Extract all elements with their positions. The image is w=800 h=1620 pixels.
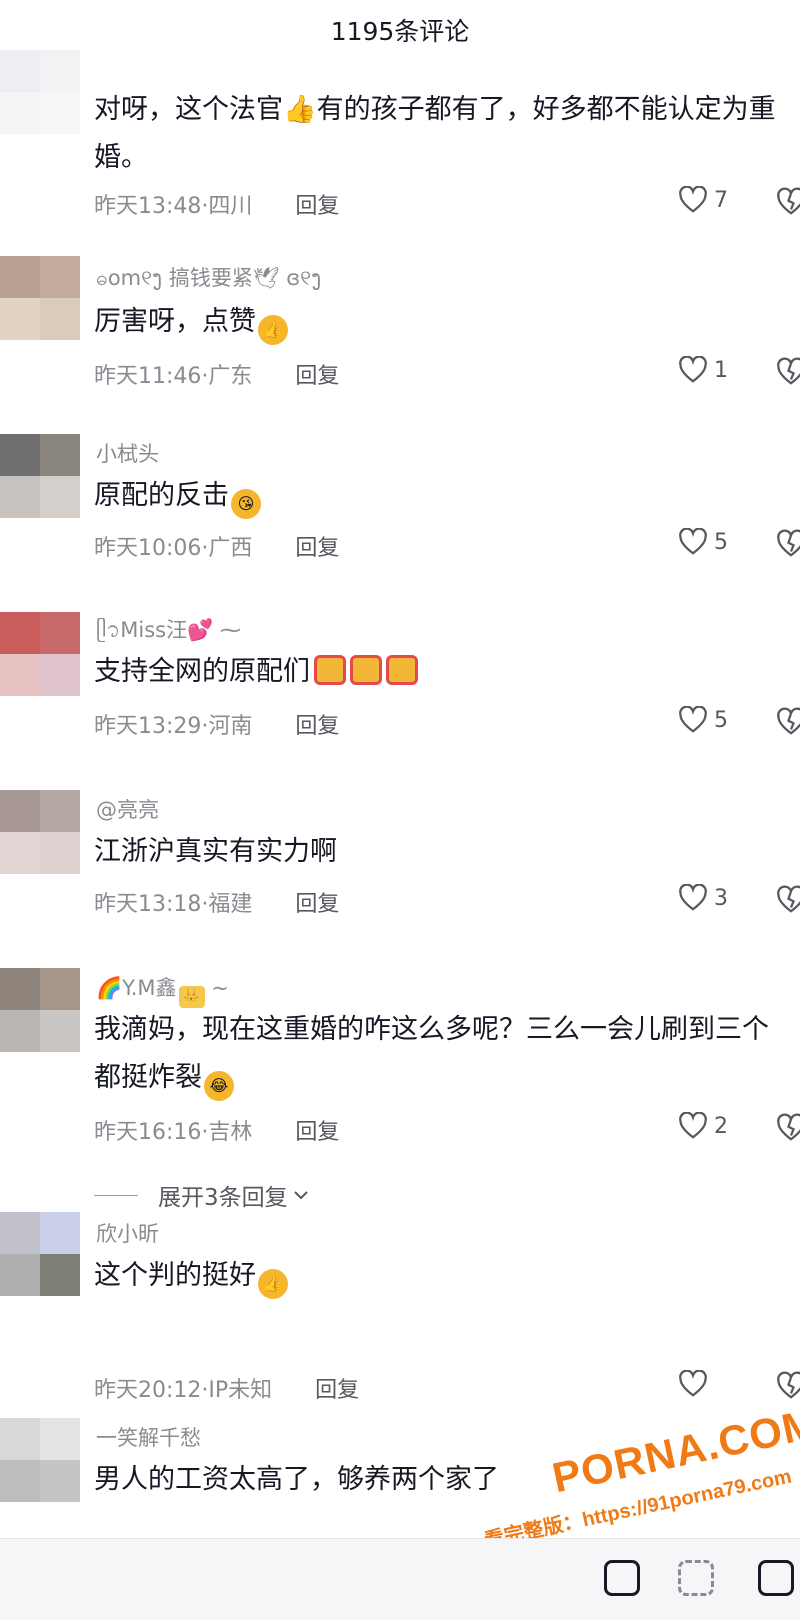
comment-meta: 昨天13:29·河南 回复	[94, 708, 339, 740]
dislike-icon[interactable]	[776, 187, 800, 216]
dislike-icon[interactable]	[776, 707, 800, 736]
like-button[interactable]: 1	[678, 356, 728, 384]
comment-meta: 昨天13:18·福建 回复	[94, 886, 339, 918]
dislike-icon[interactable]	[776, 357, 800, 386]
comment-text: 支持全网的原配们	[94, 648, 794, 696]
like-button[interactable]: 3	[678, 884, 728, 912]
comment-text: 这个判的挺好 👍	[94, 1252, 794, 1300]
dislike-icon[interactable]	[776, 529, 800, 558]
avatar[interactable]	[0, 50, 80, 134]
comment-time-location: 昨天13:29·河南	[94, 714, 253, 739]
like-button[interactable]: 2	[678, 1112, 728, 1140]
dislike-icon[interactable]	[776, 1113, 800, 1142]
comment-time-location: 昨天13:48·四川	[94, 194, 253, 219]
comment-text: 对呀，这个法官👍有的孩子都有了，好多都不能认定为重婚。	[94, 94, 776, 173]
like-count: 7	[714, 187, 728, 213]
expand-replies-label: 展开3条回复	[158, 1185, 288, 1211]
like-count: 3	[714, 885, 728, 911]
comment-text: 江浙沪真实有实力啊	[94, 836, 337, 867]
comment-meta: 昨天11:46·广东 回复	[94, 358, 339, 390]
like-count: 5	[714, 529, 728, 555]
comments-header: 1195条评论	[0, 0, 800, 60]
comment-meta: 昨天16:16·吉林 回复	[94, 1114, 339, 1146]
reply-button[interactable]: 回复	[295, 886, 339, 918]
dislike-icon[interactable]	[776, 1371, 800, 1400]
comment-text-content: 原配的反击	[94, 480, 229, 511]
comment-meta: 昨天13:48·四川 回复	[94, 188, 339, 220]
comment-text: 原配的反击 😘	[94, 472, 794, 520]
heart-icon	[679, 884, 707, 911]
comment-text-content: 我滴妈，现在这重婚的咋这么多呢？三么一会儿刷到三个都挺炸裂	[94, 1014, 769, 1093]
comment-time-location: 昨天13:18·福建	[94, 892, 253, 917]
gift-sticker-icon	[386, 655, 418, 685]
avatar[interactable]	[0, 1418, 80, 1502]
comment-username[interactable]: 小栻头	[96, 438, 159, 468]
comment-username[interactable]: 一笑解千愁	[96, 1422, 201, 1452]
gift-sticker-icon	[350, 655, 382, 685]
like-button[interactable]: 7	[678, 186, 728, 214]
comment-time-location: 昨天10:06·广西	[94, 536, 253, 561]
comment-username[interactable]: @亮亮	[96, 794, 159, 824]
reply-button[interactable]: 回复	[295, 530, 339, 562]
like-button[interactable]: 5	[678, 528, 728, 556]
comment-text: 我滴妈，现在这重婚的咋这么多呢？三么一会儿刷到三个都挺炸裂 😂	[94, 1006, 794, 1102]
comment-username-text: 🌈Y.M鑫	[96, 976, 177, 1000]
like-button[interactable]	[678, 1370, 714, 1398]
like-button[interactable]: 5	[678, 706, 728, 734]
heart-icon	[679, 1370, 707, 1397]
avatar[interactable]	[0, 434, 80, 518]
heart-icon	[679, 356, 707, 383]
heart-icon	[679, 706, 707, 733]
wink-face-icon: 😘	[231, 489, 261, 519]
comment-username[interactable]: ဓom୧ງ 搞钱要紧🕊 ɞ୧ງ	[96, 262, 321, 296]
like-count: 1	[714, 357, 728, 383]
avatar[interactable]	[0, 790, 80, 874]
comment-text-content: 厉害呀，点赞	[94, 306, 256, 337]
heart-icon	[679, 528, 707, 555]
comment-username[interactable]: 欣小昕	[96, 1218, 159, 1248]
comment-time-location: 昨天20:12·IP未知	[94, 1378, 273, 1403]
gift-sticker-icon	[314, 655, 346, 685]
comment-username[interactable]: 🌈Y.M鑫 👑 ~	[96, 972, 229, 1008]
reply-button[interactable]: 回复	[295, 708, 339, 740]
comment-text: 厉害呀，点赞 👍	[94, 298, 794, 346]
avatar[interactable]	[0, 612, 80, 696]
comment-time-location: 昨天16:16·吉林	[94, 1120, 253, 1145]
avatar[interactable]	[0, 1212, 80, 1296]
comment-text-content: 支持全网的原配们	[94, 656, 310, 687]
laughing-face-icon: 😂	[204, 1071, 234, 1101]
heart-icon	[679, 1112, 707, 1139]
like-count: 5	[714, 707, 728, 733]
at-mention-icon[interactable]	[604, 1560, 640, 1596]
divider	[94, 1194, 138, 1196]
chevron-down-icon	[293, 1191, 308, 1200]
dislike-icon[interactable]	[776, 885, 800, 914]
heart-icon	[679, 186, 707, 213]
emoji-icon[interactable]	[678, 1560, 714, 1596]
like-count: 2	[714, 1113, 728, 1139]
expand-replies-button[interactable]: 展开3条回复	[94, 1178, 310, 1212]
reply-button[interactable]: 回复	[295, 358, 339, 390]
comment-meta: 昨天20:12·IP未知 回复	[94, 1372, 359, 1404]
avatar[interactable]	[0, 968, 80, 1052]
reply-button[interactable]: 回复	[295, 188, 339, 220]
comment-time-location: 昨天11:46·广东	[94, 364, 253, 389]
sticker-icon[interactable]	[758, 1560, 794, 1596]
thumbs-up-icon: 👍	[258, 1269, 288, 1299]
comment-count-title: 1195条评论	[330, 17, 470, 46]
crown-icon: 👑	[178, 986, 205, 1008]
comment-meta: 昨天10:06·广西 回复	[94, 530, 339, 562]
reply-button[interactable]: 回复	[295, 1114, 339, 1146]
thumbs-up-icon: 👍	[258, 315, 288, 345]
avatar[interactable]	[0, 256, 80, 340]
comment-text-content: 这个判的挺好	[94, 1260, 256, 1291]
reply-button[interactable]: 回复	[315, 1372, 359, 1404]
